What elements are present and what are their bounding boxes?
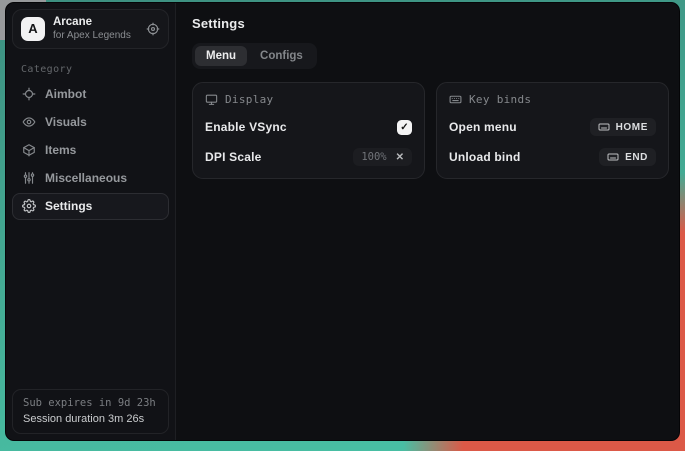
sidebar-nav: Aimbot Visuals I — [12, 81, 169, 221]
brand-initial: A — [28, 21, 37, 36]
dpi-scale-value: 100% — [361, 151, 386, 163]
sidebar-item-label: Miscellaneous — [45, 171, 127, 185]
unload-keybind-button[interactable]: END — [599, 148, 656, 166]
page-title: Settings — [192, 16, 669, 31]
keyboard-icon — [598, 121, 610, 133]
checkmark-icon: ✓ — [400, 122, 408, 133]
monitor-icon — [205, 93, 218, 106]
display-card: Display Enable VSync ✓ DPI Scale 100% ✕ — [192, 82, 425, 179]
tab-bar: Menu Configs — [192, 43, 317, 69]
open-menu-row: Open menu HOME — [449, 118, 656, 136]
target-icon[interactable] — [146, 22, 160, 36]
brand-card: A Arcane for Apex Legends — [12, 9, 169, 49]
gear-icon — [22, 199, 36, 213]
keybinds-card: Key binds Open menu HOME — [436, 82, 669, 179]
sub-expiry-text: Sub expires in 9d 23h — [23, 397, 158, 409]
main-content: Settings Menu Configs Display — [176, 3, 680, 440]
card-title: Key binds — [469, 93, 531, 106]
vsync-label: Enable VSync — [205, 120, 287, 134]
sidebar-item-label: Visuals — [45, 115, 87, 129]
keybind-value: HOME — [616, 122, 648, 133]
settings-cards: Display Enable VSync ✓ DPI Scale 100% ✕ — [192, 82, 669, 179]
keyboard-icon — [607, 151, 619, 163]
keyboard-icon — [449, 93, 462, 106]
app-window: A Arcane for Apex Legends Category — [5, 2, 680, 441]
open-menu-keybind-button[interactable]: HOME — [590, 118, 656, 136]
sidebar-item-miscellaneous[interactable]: Miscellaneous — [12, 165, 169, 192]
brand-name: Arcane — [53, 16, 131, 29]
tab-configs[interactable]: Configs — [249, 46, 314, 66]
brand-subtitle: for Apex Legends — [53, 30, 131, 42]
tab-menu[interactable]: Menu — [195, 46, 247, 66]
open-menu-label: Open menu — [449, 120, 517, 134]
sidebar-item-label: Settings — [45, 199, 92, 213]
unload-bind-label: Unload bind — [449, 150, 521, 164]
sidebar-item-label: Aimbot — [45, 87, 86, 101]
unload-bind-row: Unload bind END — [449, 148, 656, 166]
sidebar-item-aimbot[interactable]: Aimbot — [12, 81, 169, 108]
session-duration-text: Session duration 3m 26s — [23, 413, 158, 425]
desktop-background: A Arcane for Apex Legends Category — [0, 0, 685, 451]
sidebar-item-visuals[interactable]: Visuals — [12, 109, 169, 136]
vsync-checkbox[interactable]: ✓ — [397, 120, 412, 135]
eye-icon — [22, 115, 36, 129]
cube-icon — [22, 143, 36, 157]
card-title: Display — [225, 93, 273, 106]
subscription-info-box: Sub expires in 9d 23h Session duration 3… — [12, 389, 169, 434]
sidebar-item-label: Items — [45, 143, 76, 157]
dpi-scale-label: DPI Scale — [205, 150, 262, 164]
brand-logo: A — [21, 17, 45, 41]
crosshair-icon — [22, 87, 36, 101]
dpi-scale-row: DPI Scale 100% ✕ — [205, 148, 412, 166]
sidebar-item-items[interactable]: Items — [12, 137, 169, 164]
sliders-icon — [22, 171, 36, 185]
category-label: Category — [21, 64, 169, 75]
clear-icon[interactable]: ✕ — [396, 152, 404, 163]
vsync-row: Enable VSync ✓ — [205, 118, 412, 136]
sidebar: A Arcane for Apex Legends Category — [6, 3, 176, 440]
sidebar-item-settings[interactable]: Settings — [12, 193, 169, 220]
keybind-value: END — [625, 152, 648, 163]
dpi-scale-input[interactable]: 100% ✕ — [353, 148, 412, 166]
